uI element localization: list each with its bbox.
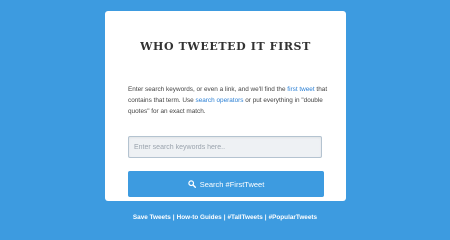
search-button[interactable]: Search #FirstTweet (128, 171, 324, 197)
footer-links: Save Tweets | How-to Guides | #TallTweets | #P… (0, 214, 450, 221)
footer-link-save-tweets[interactable]: Save Tweets (133, 214, 171, 221)
footer-separator: | (172, 214, 175, 221)
search-operators-link[interactable]: search operators (196, 97, 244, 104)
page-title: WHO TWEETED IT FIRST (140, 40, 311, 53)
search-input[interactable] (128, 136, 322, 158)
footer-separator: | (264, 214, 267, 221)
search-icon (187, 180, 196, 188)
description-part-1: Enter search keywords, or even a link, a… (128, 86, 288, 93)
search-card: WHO TWEETED IT FIRST Enter search keywor… (105, 11, 346, 201)
footer-link-popular-tweets[interactable]: #PopularTweets (269, 214, 318, 221)
description-text: Enter search keywords, or even a link, a… (128, 84, 328, 117)
footer-link-tall-tweets[interactable]: #TallTweets (227, 214, 262, 221)
search-button-label: Search #FirstTweet (199, 179, 265, 189)
first-tweet-link[interactable]: first tweet (287, 86, 314, 93)
page: WHO TWEETED IT FIRST Enter search keywor… (0, 0, 450, 235)
footer-link-how-to-guides[interactable]: How-to Guides (177, 214, 222, 221)
footer-separator: | (223, 214, 226, 221)
